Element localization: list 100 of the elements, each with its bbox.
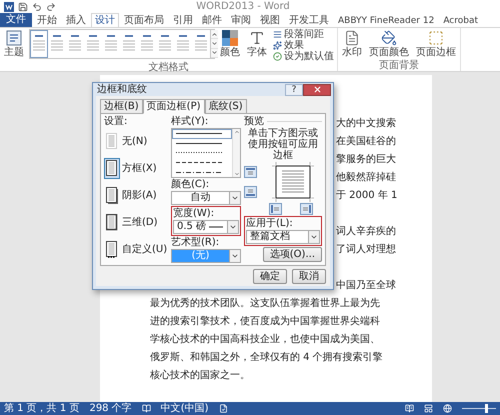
scroll-up-button[interactable] [211, 30, 218, 40]
ribbon-button[interactable]: 水印 [340, 29, 364, 59]
color-label: 颜色(C): [171, 179, 210, 190]
document-text: 进的搜索引擎技术，使百度成为中国掌握世界尖端科 [150, 314, 380, 329]
options-button[interactable]: 选项(O)... [262, 247, 322, 262]
word-count: 298 个字 [89, 402, 132, 414]
border-setting-icon [106, 132, 118, 150]
document-text: 最为优秀的技术团队。这支队伍掌握着世界上最为先 [150, 296, 380, 311]
apply-to-label: 应用于(L): [246, 218, 294, 229]
border-setting-icon [106, 186, 118, 204]
document-text: 学核心技术的中国高科技企业，也使中国成为美国、 [150, 332, 380, 347]
zoom-thumb[interactable] [484, 404, 488, 413]
caret-icon [229, 223, 237, 231]
top-border-button[interactable] [244, 166, 257, 178]
macro-icon[interactable] [218, 404, 228, 413]
caret-icon [231, 252, 239, 260]
document-text: 擎服务的巨大 [336, 152, 396, 167]
web-layout-icon[interactable] [443, 404, 452, 413]
setting-option[interactable]: 自定义(U) [104, 236, 168, 262]
border-setting-icon [106, 160, 118, 176]
line-style-icon [176, 142, 222, 145]
undo-icon[interactable] [32, 2, 42, 12]
color-palette-icon [222, 30, 238, 46]
caret-icon [310, 233, 318, 241]
watermark-icon [344, 30, 360, 46]
document-text: 于 2000 年 1 [336, 189, 398, 203]
color-dropdown[interactable]: 自动 [171, 191, 241, 205]
document-text: 在美国硅谷的 [336, 134, 396, 149]
document-text: 大的中文搜索 [336, 116, 396, 131]
line-style-icon [176, 132, 222, 136]
dialog-tab[interactable]: 底纹(S) [204, 99, 247, 114]
ribbon-tab[interactable]: 设计 [91, 13, 119, 27]
page-border-icon [428, 30, 444, 46]
close-icon [312, 85, 322, 94]
dialog-title: 边框和底纹 [97, 84, 148, 96]
preview-hint: 单击下方图示或使用按钮可应用边框 [247, 128, 319, 161]
effects-icon [273, 41, 282, 50]
line-style-icon [176, 161, 222, 164]
ribbon-button[interactable]: 段落间距 [272, 29, 335, 40]
ribbon-button[interactable]: 页面颜色 [367, 29, 411, 59]
dialog-tab[interactable]: 页面边框(P) [142, 99, 205, 114]
document-text: 词人辛弃疾的 [336, 224, 396, 239]
width-dropdown[interactable]: 0.5 磅 [173, 220, 239, 234]
setting-option[interactable]: 方框(X) [104, 155, 157, 181]
ribbon-button[interactable]: 主题 [2, 29, 26, 59]
document-text: 了词人对理想 [336, 242, 396, 257]
page-count: 第 1 页，共 1 页 [4, 402, 80, 414]
dialog-tab[interactable]: 边框(B) [100, 99, 143, 114]
chevron-up-icon [234, 129, 240, 135]
line-style-icon [176, 151, 222, 154]
border-setting-icon [106, 240, 118, 258]
proofing-icon[interactable] [142, 404, 151, 413]
preview-label: 预览 [244, 116, 264, 127]
line-style-option[interactable] [172, 129, 232, 139]
width-label: 宽度(W): [173, 208, 216, 219]
font-icon [249, 30, 265, 46]
group-label: 文档格式 [148, 62, 188, 73]
document-text: 俄罗斯、和韩国之外，全球仅有的 4 个拥有搜索引擎 [150, 350, 383, 365]
group-label: 页面背景 [379, 60, 419, 71]
style-label: 样式(Y): [171, 116, 210, 127]
document-text: 中国乃至全球 [336, 278, 396, 293]
art-label: 艺术型(R): [171, 237, 220, 248]
redo-icon[interactable] [46, 2, 56, 12]
bottom-border-button[interactable] [244, 186, 257, 198]
setting-option[interactable]: 三维(D) [104, 209, 158, 235]
settings-label: 设置: [104, 116, 128, 127]
paragraph-spacing-icon [273, 30, 282, 39]
setting-option[interactable]: 阴影(A) [104, 182, 157, 208]
ribbon-button[interactable]: 效果 [272, 40, 335, 51]
document-text: 他毅然辞掉硅 [336, 170, 396, 185]
chevron-down-icon [234, 171, 240, 177]
apply-to-dropdown[interactable]: 整篇文档 [246, 230, 320, 244]
scroll-down-button[interactable] [211, 39, 218, 49]
close-button[interactable] [303, 84, 331, 96]
save-icon[interactable] [18, 2, 28, 12]
ok-button[interactable]: 确定 [253, 269, 287, 284]
ribbon-button[interactable]: 设为默认值 [272, 51, 335, 62]
cancel-button[interactable]: 取消 [292, 269, 326, 284]
paint-bucket-icon [381, 30, 397, 46]
setting-option[interactable]: 无(N) [104, 128, 148, 154]
theme-icon [6, 30, 22, 46]
document-text: 核心技术的国家之一。 [150, 368, 250, 383]
print-layout-icon[interactable] [424, 404, 433, 413]
chevron-up-icon [211, 30, 218, 38]
ribbon-button[interactable]: 颜色 [218, 29, 242, 59]
check-icon [273, 52, 282, 61]
border-setting-icon [106, 214, 118, 230]
file-tab[interactable]: 文件 [0, 13, 32, 27]
left-border-button[interactable] [269, 203, 282, 215]
read-mode-icon[interactable] [405, 404, 414, 413]
right-border-button[interactable] [300, 203, 313, 215]
ribbon-button[interactable]: 页面边框 [414, 29, 458, 59]
caret-icon [231, 194, 239, 202]
scrollbar[interactable] [232, 129, 240, 177]
ribbon-button[interactable]: 字体 [245, 29, 269, 59]
language-label: 中文(中国) [160, 402, 209, 414]
style-thumbnail[interactable] [30, 30, 48, 58]
line-icon [209, 226, 224, 228]
help-button[interactable]: ? [285, 84, 303, 96]
window-title: WORD2013 - Word [195, 0, 291, 12]
